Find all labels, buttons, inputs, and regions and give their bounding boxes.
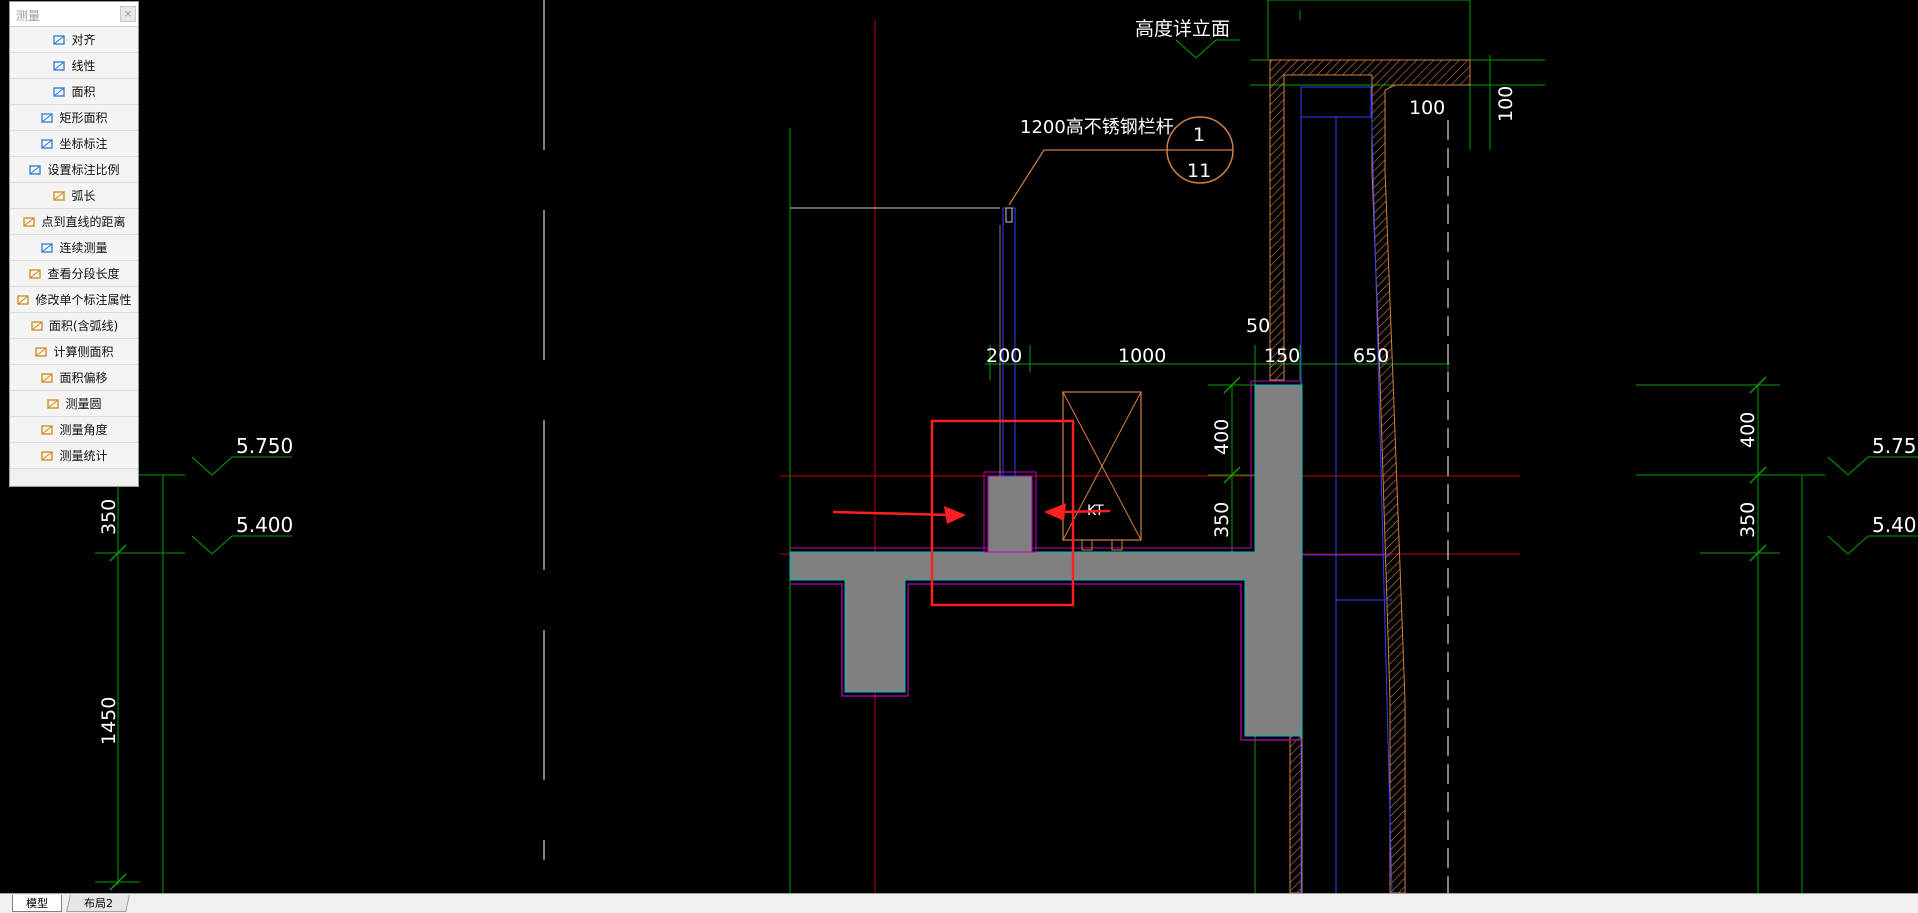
palette-item-label: 弧长 [71, 189, 96, 203]
railing-note: 1200高不锈钢栏杆 [1020, 117, 1174, 138]
palette-item-label: 查看分段长度 [47, 267, 120, 281]
palette-item[interactable]: 测量圆 [10, 391, 138, 417]
dim-1000: 1000 [1118, 345, 1166, 367]
palette-item[interactable]: 线性 [10, 53, 138, 79]
linear-dimension-icon [53, 60, 66, 71]
palette-title: 测量 [16, 9, 41, 23]
palette-item-label: 连续测量 [59, 241, 108, 255]
curb-block [987, 475, 1033, 553]
palette-item-label: 对齐 [71, 33, 96, 47]
drawing-title: 高度详立面 [1135, 18, 1230, 40]
tab-layout2-label: 布局2 [83, 897, 113, 910]
elevation-5750: 5.750 [236, 434, 293, 458]
arc-length-icon [53, 190, 66, 201]
point-line-distance-icon [23, 216, 36, 227]
palette-item-label: 修改单个标注属性 [35, 293, 132, 307]
coordinate-icon [41, 138, 54, 149]
leader-line [1008, 149, 1168, 206]
drawing-canvas[interactable]: KT 高度详立面 1200高不锈钢栏杆 1 11 5.750 5.400 5.7… [0, 0, 1918, 893]
tab-layout2[interactable]: 布局2 [66, 895, 130, 912]
edit-dimension-icon [17, 294, 30, 305]
palette-item-label: 测量统计 [59, 449, 108, 463]
palette-item-label: 面积(含弧线) [48, 319, 119, 333]
palette-item-label: 线性 [71, 59, 96, 73]
elevation-marker-upper [191, 456, 292, 476]
elevation-marker-lower [191, 535, 292, 555]
rect-area-icon [41, 112, 54, 123]
dim-400-mid: 400 [1211, 419, 1233, 455]
dim-100-vertical: 100 [1495, 86, 1517, 122]
palette-item-label: 点到直线的距离 [41, 215, 126, 229]
palette-item[interactable]: 连续测量 [10, 235, 138, 261]
area-icon [53, 86, 66, 97]
measure-stats-icon [41, 450, 54, 461]
scale-setting-icon [29, 164, 42, 175]
measure-palette[interactable]: 测量 × 对齐线性面积矩形面积坐标标注设置标注比例 弧长点到直线的距离 连续测量查看… [9, 1, 139, 487]
elevation-5400: 5.400 [236, 513, 293, 537]
area-offset-icon [41, 372, 54, 383]
palette-item[interactable]: 点到直线的距离 [10, 209, 138, 235]
palette-item-label: 计算侧面积 [53, 345, 114, 359]
palette-item[interactable]: 设置标注比例 [10, 157, 138, 183]
dim-350-right: 350 [1737, 502, 1759, 538]
layout-tab-bar: 模型 布局2 [0, 893, 1918, 913]
palette-item-label: 面积 [71, 85, 96, 99]
palette-item[interactable]: 测量角度 [10, 417, 138, 443]
palette-item[interactable]: 面积 [10, 79, 138, 105]
palette-item[interactable]: 弧长 [10, 183, 138, 209]
window-frame [1300, 86, 1372, 118]
palette-item-label: 设置标注比例 [47, 163, 120, 177]
palette-item-label: 测量圆 [65, 397, 102, 411]
dim-50: 50 [1246, 315, 1270, 337]
dim-400-right: 400 [1737, 412, 1759, 448]
palette-item-label: 矩形面积 [59, 111, 108, 125]
arc-area-icon [31, 320, 43, 331]
palette-item[interactable]: 矩形面积 [10, 105, 138, 131]
elevation-540-right: 5.40 [1872, 513, 1917, 537]
angle-measure-icon [41, 424, 54, 435]
palette-title-bar[interactable]: 测量 × [10, 2, 138, 27]
elevation-575-right: 5.75 [1872, 434, 1917, 458]
palette-item-label: 面积偏移 [59, 371, 108, 385]
palette-item[interactable]: 面积偏移 [10, 365, 138, 391]
palette-item[interactable]: 对齐 [10, 27, 138, 53]
palette-item-label: 坐标标注 [59, 137, 108, 151]
palette-item[interactable]: 测量统计 [10, 443, 138, 469]
railing-post [1002, 207, 1016, 477]
cad-drawing: KT 高度详立面 1200高不锈钢栏杆 1 11 5.750 5.400 5.7… [95, 0, 1918, 893]
continuous-measure-icon [41, 242, 54, 253]
title-marker [1175, 39, 1240, 59]
side-area-icon [35, 346, 48, 357]
palette-item[interactable]: 坐标标注 [10, 131, 138, 157]
palette-item-list: 对齐线性面积矩形面积坐标标注设置标注比例 弧长点到直线的距离 连续测量查看分段长度修… [10, 27, 138, 469]
dim-650: 650 [1353, 345, 1389, 367]
palette-close-button[interactable]: × [120, 6, 136, 22]
dim-1450: 1450 [98, 697, 120, 745]
dim-200: 200 [986, 345, 1022, 367]
dim-350-mid: 350 [1211, 502, 1233, 538]
detail-sheet: 11 [1187, 160, 1211, 182]
palette-item[interactable]: 计算侧面积 [10, 339, 138, 365]
tab-model[interactable]: 模型 [12, 895, 62, 912]
palette-item-label: 测量角度 [59, 423, 108, 437]
detail-number: 1 [1193, 124, 1205, 146]
align-dimension-icon [53, 34, 66, 45]
dim-100-horizontal: 100 [1409, 97, 1445, 119]
palette-item[interactable]: 修改单个标注属性 [10, 287, 138, 313]
dim-350-left: 350 [98, 499, 120, 535]
palette-item[interactable]: 查看分段长度 [10, 261, 138, 287]
circle-measure-icon [47, 398, 60, 409]
arrow-right [1059, 509, 1111, 514]
dim-150: 150 [1264, 345, 1300, 367]
segment-length-icon [29, 268, 42, 279]
palette-item[interactable]: 面积(含弧线) [10, 313, 138, 339]
